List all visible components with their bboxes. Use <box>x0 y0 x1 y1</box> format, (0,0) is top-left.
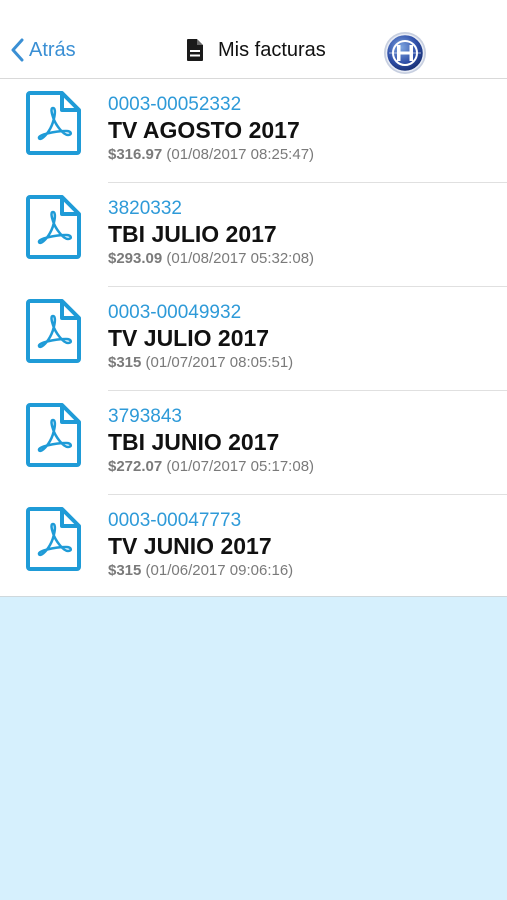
invoice-amount: $315 <box>108 562 142 579</box>
pdf-icon <box>26 403 81 467</box>
back-label: Atrás <box>29 38 76 61</box>
invoice-date: (01/07/2017 08:05:51) <box>145 354 294 371</box>
page-title: Mis facturas <box>218 38 326 61</box>
brand-logo-icon <box>384 32 426 74</box>
chevron-left-icon <box>11 38 24 62</box>
invoice-title: TV JUNIO 2017 <box>108 533 272 559</box>
invoice-row[interactable]: 0003-00047773 TV JUNIO 2017 $315 (01/06/… <box>0 495 507 599</box>
pdf-icon <box>26 299 81 363</box>
invoice-title: TBI JULIO 2017 <box>108 221 277 247</box>
invoice-meta: $293.09 (01/08/2017 05:32:08) <box>108 250 314 267</box>
invoice-date: (01/08/2017 05:32:08) <box>166 250 315 267</box>
invoice-title: TBI JUNIO 2017 <box>108 429 280 455</box>
invoice-meta: $316.97 (01/08/2017 08:25:47) <box>108 146 314 163</box>
nav-bar: Atrás Mis facturas <box>0 0 507 79</box>
invoice-amount: $293.09 <box>108 250 163 267</box>
invoice-date: (01/08/2017 08:25:47) <box>166 146 315 163</box>
invoice-title: TV AGOSTO 2017 <box>108 117 300 143</box>
invoice-amount: $316.97 <box>108 146 163 163</box>
invoice-number: 0003-00047773 <box>108 510 242 531</box>
invoice-number: 0003-00052332 <box>108 94 242 115</box>
invoice-row[interactable]: 3820332 TBI JULIO 2017 $293.09 (01/08/20… <box>0 183 507 287</box>
document-icon <box>187 39 203 61</box>
invoice-row[interactable]: 3793843 TBI JUNIO 2017 $272.07 (01/07/20… <box>0 391 507 495</box>
invoice-number: 3793843 <box>108 406 182 427</box>
invoice-amount: $315 <box>108 354 142 371</box>
invoice-list: 0003-00052332 TV AGOSTO 2017 $316.97 (01… <box>0 79 507 597</box>
pdf-icon <box>26 91 81 155</box>
invoice-date: (01/07/2017 05:17:08) <box>166 458 315 475</box>
invoice-meta: $315 (01/07/2017 08:05:51) <box>108 354 293 371</box>
pdf-icon <box>26 507 81 571</box>
back-button[interactable]: Atrás <box>10 38 76 62</box>
invoice-title: TV JULIO 2017 <box>108 325 270 351</box>
invoice-row[interactable]: 0003-00049932 TV JULIO 2017 $315 (01/07/… <box>0 287 507 391</box>
invoice-date: (01/06/2017 09:06:16) <box>145 562 294 579</box>
page-title-group: Mis facturas <box>186 38 326 62</box>
invoice-meta: $315 (01/06/2017 09:06:16) <box>108 562 293 579</box>
invoice-row[interactable]: 0003-00052332 TV AGOSTO 2017 $316.97 (01… <box>0 79 507 183</box>
invoice-number: 3820332 <box>108 198 182 219</box>
invoice-meta: $272.07 (01/07/2017 05:17:08) <box>108 458 314 475</box>
invoice-amount: $272.07 <box>108 458 163 475</box>
pdf-icon <box>26 195 81 259</box>
invoice-number: 0003-00049932 <box>108 302 242 323</box>
